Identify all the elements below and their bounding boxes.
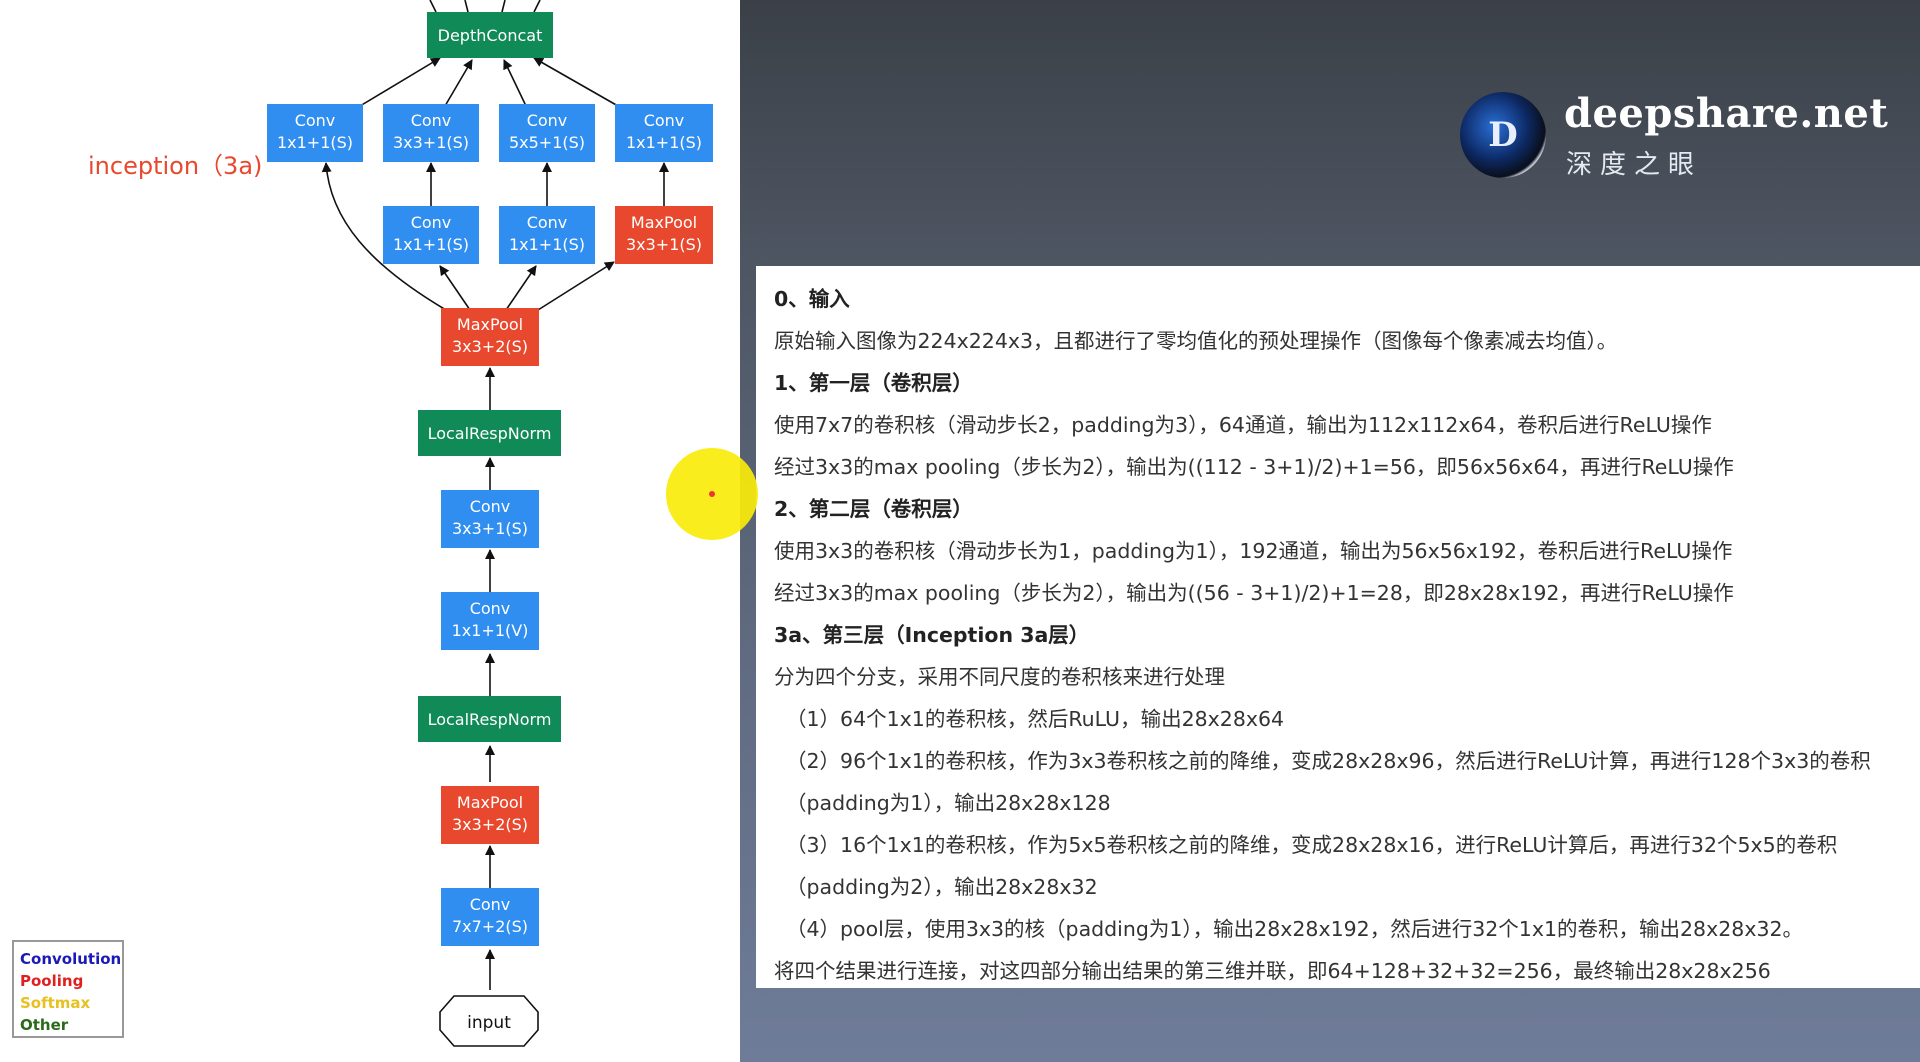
notes-panel: 0、输入原始输入图像为224x224x3，且都进行了零均值化的预处理操作（图像每…	[756, 266, 1920, 988]
notes-line: 使用3x3的卷积核（滑动步长为1，padding为1），192通道，输出为56x…	[774, 539, 1733, 563]
notes-line: 经过3x3的max pooling（步长为2），输出为((56 - 3+1)/2…	[774, 581, 1734, 605]
legend-item: Softmax	[20, 994, 91, 1012]
legend-item: Pooling	[20, 972, 84, 990]
notes-line: 原始输入图像为224x224x3，且都进行了零均值化的预处理操作（图像每个像素减…	[774, 329, 1618, 353]
node-label: Conv	[527, 213, 568, 232]
node-label: 1x1+1(S)	[509, 235, 585, 254]
node-label: 3x3+2(S)	[452, 815, 528, 834]
cursor-highlight	[666, 448, 758, 540]
node-label: Conv	[470, 497, 511, 516]
node-label: Conv	[411, 111, 452, 130]
diagram-nodes: DepthConcat Conv 1x1+1(S) Conv 3x3+1(S) Conv 5…	[267, 12, 713, 1047]
node-label: 1x1+1(V)	[452, 621, 529, 640]
node-conv-7x7: Conv 7x7+2(S)	[441, 888, 539, 946]
notes-heading: 1、第一层（卷积层）	[774, 371, 973, 395]
logo-subtitle: 深度之眼	[1566, 150, 1703, 180]
node-label: DepthConcat	[438, 26, 543, 45]
node-label: 1x1+1(S)	[393, 235, 469, 254]
node-label: 1x1+1(S)	[277, 133, 353, 152]
node-label: 5x5+1(S)	[509, 133, 585, 152]
logo-title: deepshare.net	[1564, 90, 1889, 137]
node-label: Conv	[644, 111, 685, 130]
notes-line: （2）96个1x1的卷积核，作为3x3卷积核之前的降维，变成28x28x96，然…	[786, 749, 1871, 773]
googlenet-diagram: DepthConcat Conv 1x1+1(S) Conv 3x3+1(S) Conv 5…	[88, 0, 713, 1047]
notes-line: 将四个结果进行连接，对这四部分输出结果的第三维并联，即64+128+32+32=…	[774, 959, 1771, 983]
notes-line: （padding为2），输出28x28x32	[786, 875, 1098, 899]
notes-heading: 3a、第三层（Inception 3a层）	[774, 623, 1090, 647]
node-label: 3x3+2(S)	[452, 337, 528, 356]
diagram-pane: DepthConcat Conv 1x1+1(S) Conv 3x3+1(S) Conv 5…	[0, 0, 740, 1062]
node-conv-1x1-a: Conv 1x1+1(S)	[267, 104, 363, 162]
node-label: 3x3+1(S)	[393, 133, 469, 152]
node-label: Conv	[470, 599, 511, 618]
node-label: Conv	[527, 111, 568, 130]
node-label: Conv	[295, 111, 336, 130]
node-localrespnorm-bottom: LocalRespNorm	[418, 696, 561, 742]
node-label: 7x7+2(S)	[452, 917, 528, 936]
node-maxpool-3x3-s2-top: MaxPool 3x3+2(S)	[441, 308, 539, 366]
node-conv-1x1-c: Conv 1x1+1(S)	[383, 206, 479, 264]
node-label: 3x3+1(S)	[452, 519, 528, 538]
notes-line: （4）pool层，使用3x3的核（padding为1），输出28x28x192，…	[786, 917, 1804, 941]
input-label: input	[467, 1013, 511, 1033]
node-conv-1x1-v: Conv 1x1+1(V)	[441, 592, 539, 650]
notes-heading: 0、输入	[774, 287, 850, 311]
node-conv-3x3: Conv 3x3+1(S)	[383, 104, 479, 162]
notes-line: 使用7x7的卷积核（滑动步长2，padding为3），64通道，输出为112x1…	[774, 413, 1712, 437]
node-conv-1x1-b: Conv 1x1+1(S)	[615, 104, 713, 162]
logo: D deepshare.net 深度之眼	[1460, 90, 1920, 192]
legend-item: Convolution	[20, 950, 122, 968]
notes-line: （3）16个1x1的卷积核，作为5x5卷积核之前的降维，变成28x28x16，进…	[786, 833, 1838, 857]
node-label: LocalRespNorm	[428, 710, 552, 729]
node-label: Conv	[411, 213, 452, 232]
notes-line: 经过3x3的max pooling（步长为2），输出为((112 - 3+1)/…	[774, 455, 1734, 479]
node-label: LocalRespNorm	[428, 424, 552, 443]
node-label: 3x3+1(S)	[626, 235, 702, 254]
node-conv-3x3-s: Conv 3x3+1(S)	[441, 490, 539, 548]
node-depthconcat: DepthConcat	[427, 12, 553, 58]
node-input: input	[439, 995, 539, 1047]
notes-line: 分为四个分支，采用不同尺度的卷积核来进行处理	[774, 665, 1225, 689]
cursor-dot	[709, 491, 715, 497]
node-label: MaxPool	[457, 315, 523, 334]
node-label: Conv	[470, 895, 511, 914]
legend: Convolution Pooling Softmax Other	[12, 940, 124, 1038]
notes-line: （padding为1），输出28x28x128	[786, 791, 1111, 815]
node-label: MaxPool	[631, 213, 697, 232]
node-label: 1x1+1(S)	[626, 133, 702, 152]
inception-label: inception（3a)	[88, 152, 262, 180]
node-maxpool-3x3-s1: MaxPool 3x3+1(S)	[615, 206, 713, 264]
logo-letter: D	[1488, 115, 1518, 155]
node-conv-1x1-d: Conv 1x1+1(S)	[499, 206, 595, 264]
node-conv-5x5: Conv 5x5+1(S)	[499, 104, 595, 162]
notes-heading: 2、第二层（卷积层）	[774, 497, 973, 521]
node-label: MaxPool	[457, 793, 523, 812]
legend-item: Other	[20, 1016, 69, 1034]
node-maxpool-3x3-s2-bottom: MaxPool 3x3+2(S)	[441, 786, 539, 844]
notes-line: （1）64个1x1的卷积核，然后RuLU，输出28x28x64	[786, 707, 1285, 731]
node-localrespnorm-top: LocalRespNorm	[418, 410, 561, 456]
